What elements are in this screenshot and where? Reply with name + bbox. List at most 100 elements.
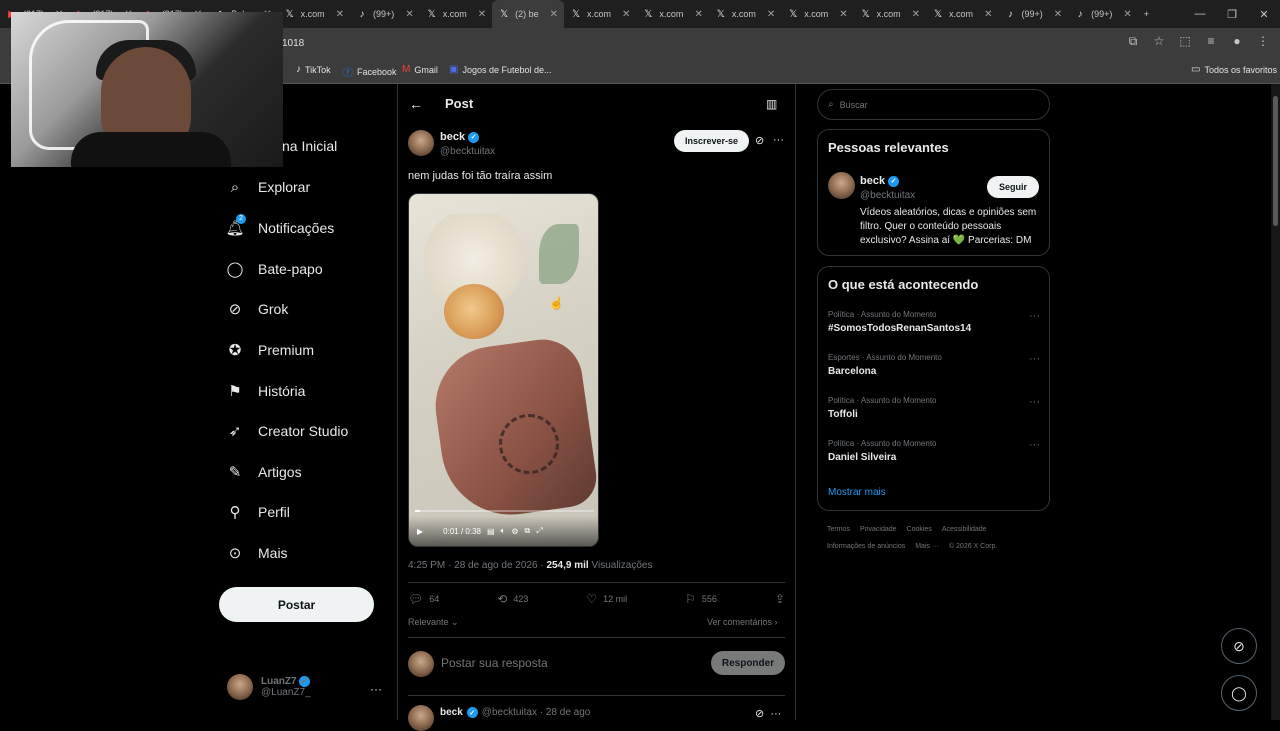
see-comments-link[interactable]: Ver comentários › [707,617,778,627]
bookmark-gmail[interactable]: M Gmail [402,64,438,75]
volume-icon[interactable]: 🔈︎ [501,526,506,536]
account-switcher[interactable]: LuanZ7 ✓ @LuanZ7_ [227,674,311,700]
sort-dropdown[interactable]: Relevante ⌄ [408,617,459,628]
reply-more-icon[interactable]: ⊘ ··· [755,707,781,720]
menu-icon[interactable]: ⋮ [1256,34,1270,49]
minimize-icon[interactable]: — [1184,0,1216,28]
captions-icon[interactable]: ▤ [487,527,495,536]
browser-tab[interactable]: ♪ (99+) ✕ [350,0,420,28]
account-more-icon[interactable]: ··· [370,682,382,696]
nav-explore[interactable]: ⌕ Explorar [226,178,310,196]
relevant-avatar[interactable] [828,172,855,199]
footer-link[interactable]: Informações de anúncios [827,543,905,550]
relevant-handle[interactable]: @becktuitax [860,190,915,201]
star-icon[interactable]: ☆ [1152,34,1166,49]
trend-item[interactable]: Esportes · Assunto do Momento Barcelona ··… [828,353,1040,377]
author-name[interactable]: beck ✓ [440,131,480,143]
browser-tab[interactable]: ♪ (99+) ✕ [998,0,1068,28]
browser-tab[interactable]: 𝕏x.com ✕ [926,0,998,28]
media-icon[interactable]: ≡ [1204,34,1218,49]
url-field[interactable]: 1018 [282,38,304,49]
profile-icon[interactable]: ● [1230,34,1244,49]
footer-link[interactable]: Acessibilidade [942,526,987,533]
share-action[interactable]: ⇪ [775,592,785,606]
messages-fab-icon[interactable]: ◯ [1221,675,1257,711]
nav-creator-studio[interactable]: ➶ Creator Studio [226,422,349,440]
scrollbar[interactable] [1271,84,1280,720]
nav-articles[interactable]: ✎ Artigos [226,463,302,481]
footer-link[interactable]: Privacidade [860,526,897,533]
trend-item[interactable]: Política · Assunto do Momento #SomosTodos… [828,310,1040,334]
reader-mode-icon[interactable]: ▥ [766,97,777,111]
all-favorites[interactable]: ▭ Todos os favoritos [1191,64,1277,75]
more-icon[interactable]: ··· [1029,353,1040,365]
bookmark-tiktok[interactable]: ♪ TikTok [296,64,331,75]
back-arrow-icon[interactable]: ← [409,96,423,112]
search-box[interactable]: ⌕ [817,89,1050,120]
install-app-icon[interactable]: ⧉ [1126,34,1140,49]
close-window-icon[interactable]: ✕ [1248,0,1280,28]
search-input[interactable] [839,99,1030,110]
relevant-name[interactable]: beck ✓ [860,175,900,187]
close-icon[interactable]: ✕ [839,9,847,20]
subscribe-button[interactable]: Inscrever-se [674,130,749,152]
show-more-link[interactable]: Mostrar mais [828,487,886,498]
reply-author-avatar[interactable] [408,705,434,731]
like-action[interactable]: ♡ 12 mil [586,592,627,606]
fullscreen-icon[interactable]: ⤢ [536,526,542,536]
browser-tab[interactable]: 𝕏x.com ✕ [854,0,926,28]
play-icon[interactable]: ▶ [417,527,423,536]
bookmark-action[interactable]: ⚐ 556 [685,592,717,606]
grok-icon[interactable]: ⊘ [755,134,764,147]
follow-button[interactable]: Seguir [987,176,1039,198]
settings-icon[interactable]: ⚙ [511,527,518,536]
close-icon[interactable]: ✕ [984,9,992,20]
extensions-icon[interactable]: ⬚ [1178,34,1192,49]
nav-history[interactable]: ⚑ História [226,382,305,400]
close-icon[interactable]: ✕ [622,9,630,20]
browser-tab[interactable]: 𝕏x.com ✕ [636,0,708,28]
reply-action[interactable]: 💬︎ 64 [408,592,439,606]
close-icon[interactable]: ✕ [550,9,558,20]
nav-premium[interactable]: ✪ Premium [226,341,314,359]
browser-tab[interactable]: 𝕏x.com ✕ [781,0,853,28]
trend-item[interactable]: Política · Assunto do Momento Daniel Silv… [828,439,1040,463]
restore-icon[interactable]: ❐ [1216,0,1248,28]
new-tab-icon[interactable]: + [1138,0,1155,28]
browser-tab[interactable]: 𝕏x.com ✕ [564,0,636,28]
video-progress[interactable] [415,510,594,512]
video-player[interactable]: ▶ 0:01 / 0:38 ▤ 🔈︎ ⚙ ⧉ ⤢ [408,193,599,547]
nav-grok[interactable]: ⊘ Grok [226,300,289,318]
close-icon[interactable]: ✕ [912,9,920,20]
nav-more[interactable]: ⊙ Mais [226,544,288,562]
footer-link[interactable]: Mais ··· [915,543,939,550]
author-avatar[interactable] [408,130,434,156]
nav-profile[interactable]: ⚲ Perfil [226,503,290,521]
close-icon[interactable]: ✕ [478,9,486,20]
post-button[interactable]: Postar [219,587,374,622]
repost-action[interactable]: ⟲ 423 [497,592,528,606]
author-handle[interactable]: @becktuitax [440,146,495,157]
close-icon[interactable]: ✕ [767,9,775,20]
close-icon[interactable]: ✕ [336,9,344,20]
reply-input[interactable] [441,656,691,670]
close-icon[interactable]: ✕ [1054,9,1062,20]
more-icon[interactable]: ··· [1029,439,1040,451]
browser-tab[interactable]: 𝕏x.com ✕ [709,0,781,28]
nav-chat[interactable]: ◯ Bate-papo [226,260,323,278]
more-icon[interactable]: ··· [1029,396,1040,408]
footer-link[interactable]: Termos [827,526,850,533]
nav-home[interactable]: na Inicial [282,138,337,154]
reply-author[interactable]: beck ✓ @becktuitax · 28 de ago [440,707,590,718]
reply-button[interactable]: Responder [711,651,785,675]
more-icon[interactable]: ··· [773,134,784,146]
trend-item[interactable]: Política · Assunto do Momento Toffoli ··· [828,396,1040,420]
close-icon[interactable]: ✕ [1123,9,1131,20]
bookmark-jogos[interactable]: ▣ Jogos de Futebol de... [449,64,552,75]
bookmark-facebook[interactable]: ⓕ Facebook [343,64,397,80]
browser-tab[interactable]: 𝕏 (2) be ✕ [492,0,565,28]
browser-tab[interactable]: 𝕏x.com ✕ [420,0,492,28]
more-icon[interactable]: ··· [1029,310,1040,322]
close-icon[interactable]: ✕ [405,9,413,20]
browser-tab[interactable]: 𝕏x.com ✕ [278,0,350,28]
